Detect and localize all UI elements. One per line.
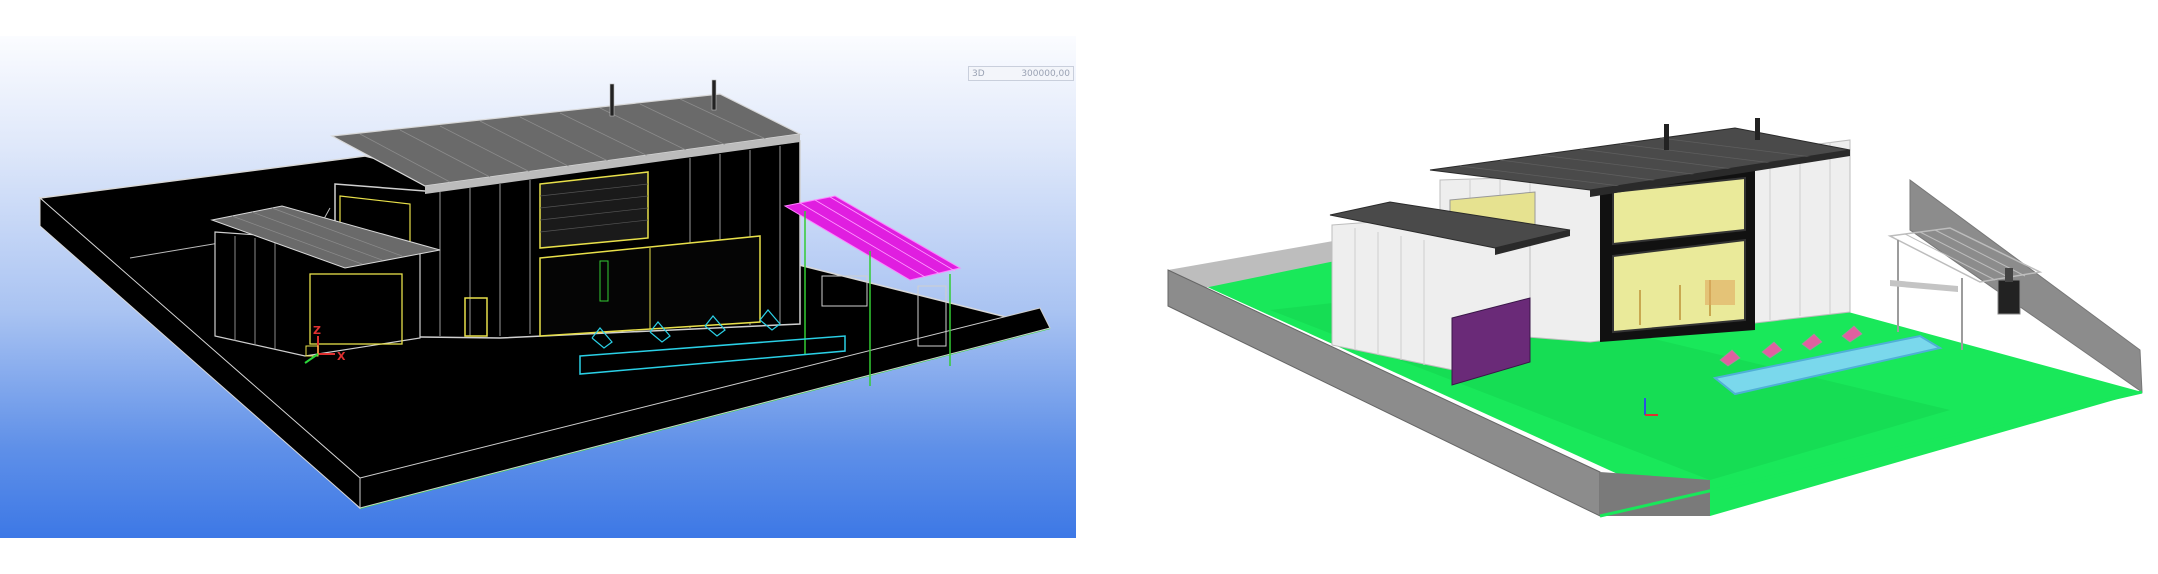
chimney-2 [1755,118,1760,140]
outdoor-counter [1890,280,1958,292]
axis-z-label: Z [313,324,321,337]
shaded-model [1167,118,2143,518]
wireframe-viewport[interactable]: 3D 300000,00 Z X [0,36,1076,538]
wireframe-model: Z X [38,79,1051,510]
view-name: 3D [972,68,985,79]
chimney-2 [711,79,717,111]
axis-x-label: X [337,350,346,363]
view-readout: 3D 300000,00 [968,66,1074,81]
scale-value: 300000,00 [1021,68,1070,79]
bbq-unit [1997,279,2021,315]
chimney-1 [1664,124,1669,150]
shaded-viewport[interactable] [1150,80,2158,530]
chimney-1 [609,83,615,117]
